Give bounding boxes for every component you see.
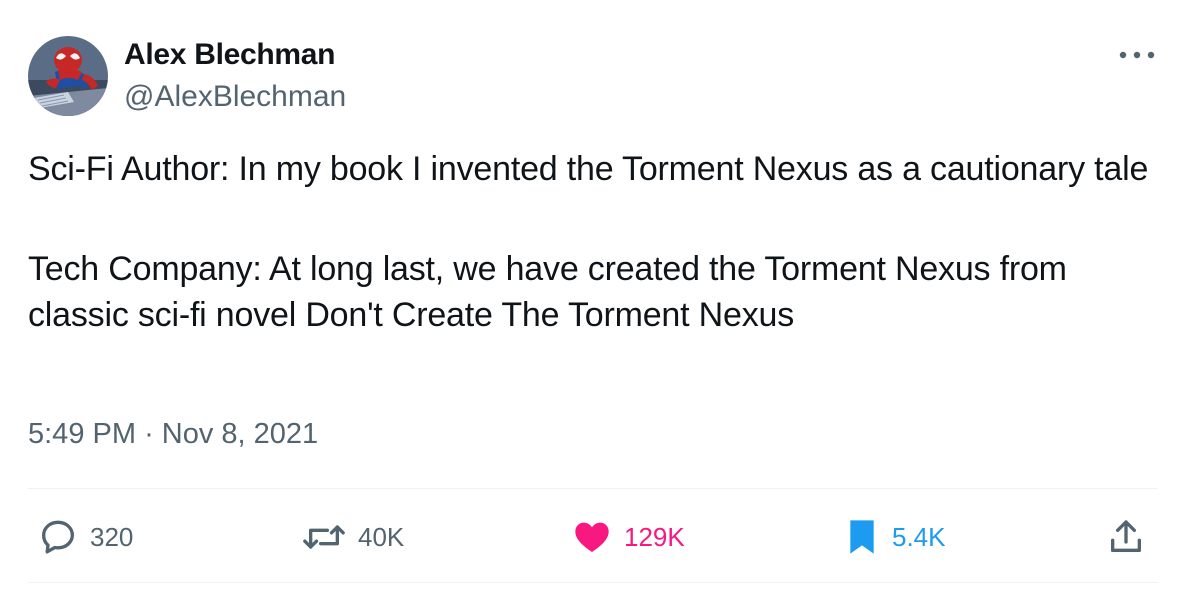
bookmark-count: 5.4K: [892, 521, 946, 552]
spiderman-avatar-icon: [28, 36, 108, 116]
tweet-date[interactable]: Nov 8, 2021: [162, 418, 318, 450]
divider: [28, 488, 1158, 489]
reply-button[interactable]: 320: [38, 514, 133, 560]
more-icon: [1119, 51, 1155, 59]
divider: [28, 582, 1158, 583]
retweet-button[interactable]: 40K: [302, 514, 404, 560]
like-count: 129K: [624, 521, 685, 552]
bookmark-button[interactable]: 5.4K: [844, 514, 946, 560]
more-options-button[interactable]: [1114, 40, 1160, 70]
author-display-name[interactable]: Alex Blechman: [124, 38, 335, 72]
timestamp-separator: ·: [144, 418, 154, 450]
tweet-paragraph: Tech Company: At long last, we have crea…: [28, 250, 1067, 334]
reply-icon: [42, 520, 75, 554]
heart-icon: [575, 522, 609, 552]
like-button[interactable]: 129K: [572, 514, 685, 560]
share-icon: [1111, 520, 1141, 552]
retweet-icon: [303, 525, 345, 549]
tweet-timestamp: 5:49 PM · Nov 8, 2021: [28, 418, 318, 451]
tweet-time[interactable]: 5:49 PM: [28, 418, 136, 450]
share-button[interactable]: [1106, 514, 1146, 560]
reply-count: 320: [90, 521, 134, 552]
author-avatar[interactable]: [28, 36, 108, 116]
bookmark-icon: [850, 520, 874, 554]
retweet-count: 40K: [358, 521, 405, 552]
author-handle[interactable]: @AlexBlechman: [124, 80, 346, 114]
tweet-card: Alex Blechman @AlexBlechman Sci-Fi Autho…: [0, 0, 1200, 594]
tweet-text: Sci-Fi Author: In my book I invented the…: [28, 146, 1168, 338]
tweet-paragraph: Sci-Fi Author: In my book I invented the…: [28, 150, 1149, 188]
